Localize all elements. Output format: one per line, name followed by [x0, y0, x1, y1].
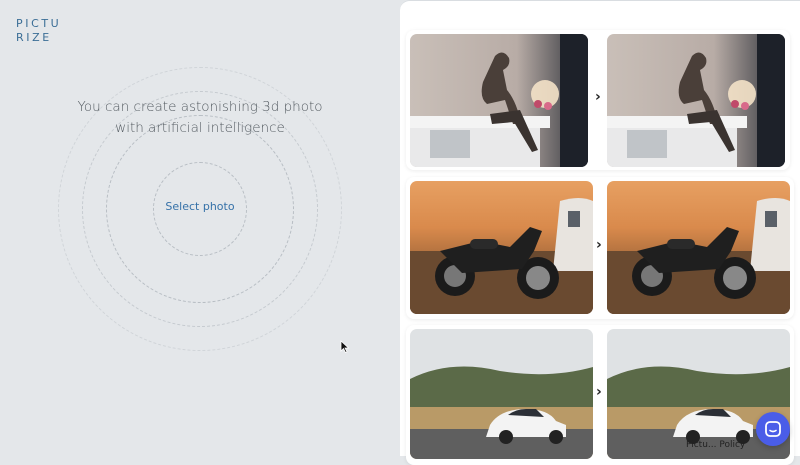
arrow-right-icon: ›	[596, 237, 602, 253]
hero-panel: PICTU RIZE You can create astonishing 3d…	[0, 0, 400, 456]
chat-icon	[765, 421, 781, 437]
gallery-3d-image-1	[607, 34, 785, 167]
mouse-cursor-icon	[340, 340, 350, 354]
hero-tagline: You can create astonishing 3d photo with…	[40, 97, 360, 139]
tagline-line-1: You can create astonishing 3d photo	[77, 99, 323, 115]
arrow-right-icon: ›	[595, 89, 601, 105]
gallery-original-image-2	[410, 181, 593, 314]
gallery-3d-image-2	[607, 181, 790, 314]
chat-button[interactable]	[756, 412, 790, 446]
logo-line-2: RIZE	[16, 31, 52, 44]
logo-line-1: PICTU	[16, 17, 62, 30]
logo[interactable]: PICTU RIZE	[16, 17, 61, 45]
privacy-policy-link[interactable]: Pictu... Policy	[686, 440, 745, 450]
select-photo-button[interactable]: Select photo	[150, 200, 250, 213]
gallery-original-image-3	[410, 329, 593, 459]
gallery-original-image-1	[410, 34, 588, 167]
tagline-line-2: with artificial intelligence	[115, 120, 285, 136]
arrow-right-icon: ›	[596, 384, 602, 400]
